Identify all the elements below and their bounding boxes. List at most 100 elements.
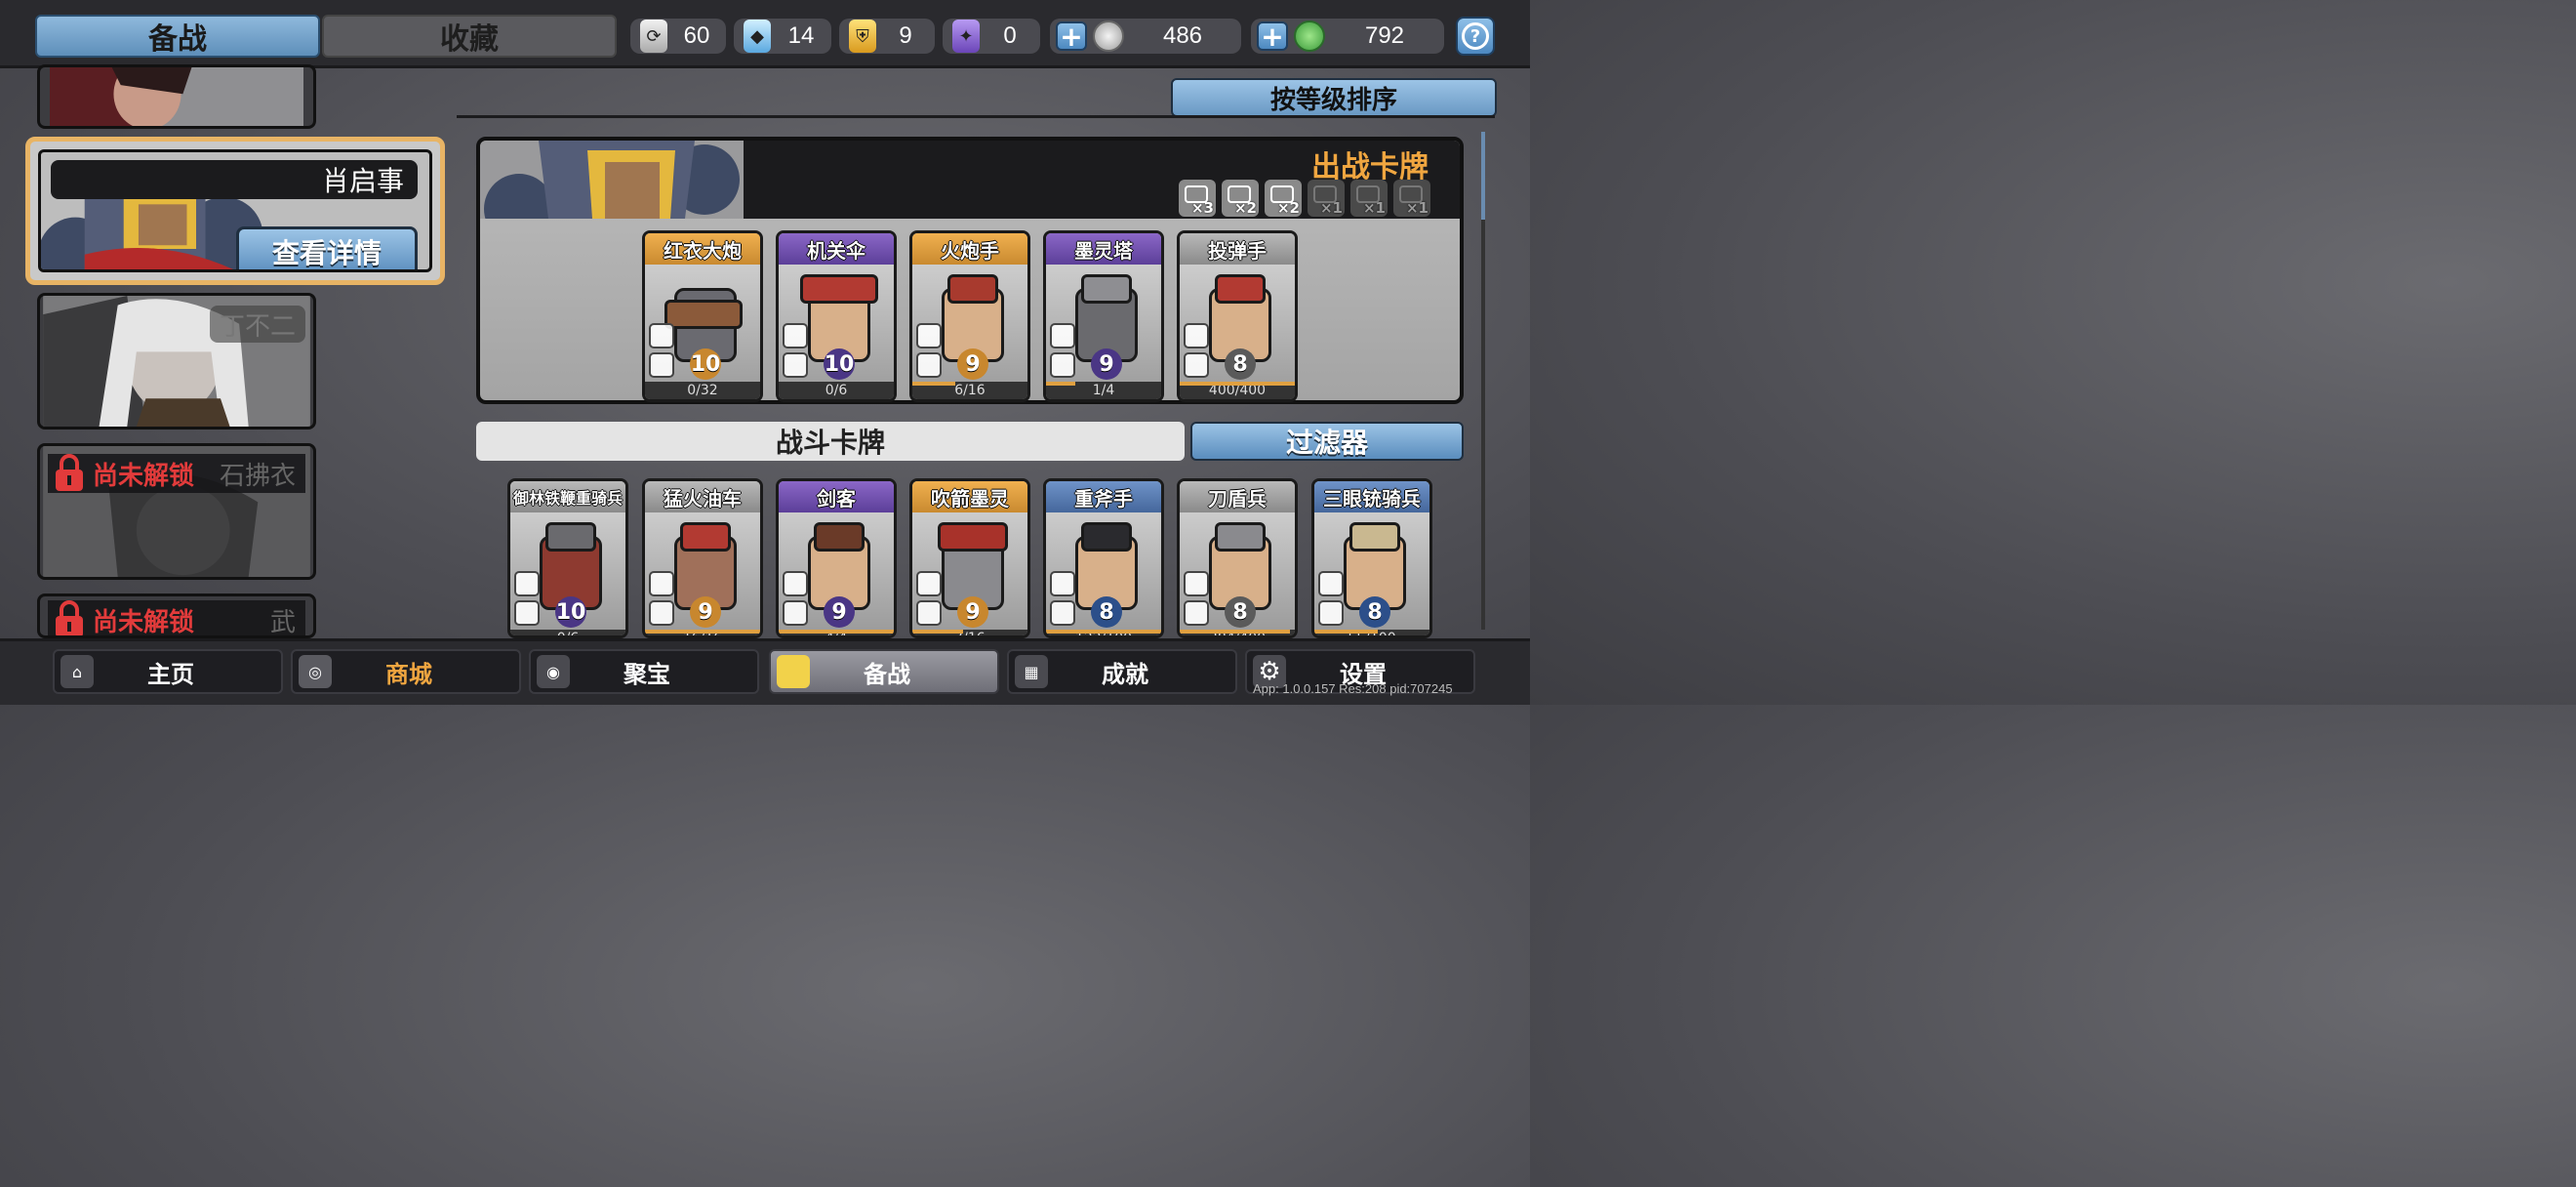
tab-prepare[interactable]: 备战 (35, 15, 320, 58)
resource-silver-coin: + 486 (1050, 19, 1241, 54)
hero-banner-portrait (480, 141, 744, 219)
progress-fill (1046, 382, 1075, 386)
card-dart-ink-spirit[interactable]: 吹箭墨灵 9 7/16 (909, 478, 1030, 638)
resource-value: 792 (1364, 22, 1405, 49)
nav-achievements[interactable]: ▦ 成就 (1007, 649, 1237, 694)
unit-hat (947, 274, 998, 304)
progress-text: 1/4 (1092, 383, 1115, 398)
cart-top (680, 522, 731, 552)
helmet-icon[interactable]: ×2 (1265, 180, 1302, 217)
home-pagoda-icon: ⌂ (60, 655, 94, 688)
hero-card-ding[interactable]: 丁不二 (37, 293, 316, 430)
sort-by-level-button[interactable]: 按等级排序 (1171, 78, 1497, 117)
battle-cards-title: 战斗卡牌 (476, 422, 1185, 461)
card-three-eye-gun-cavalry[interactable]: 三眼铳骑兵 8 55/100 (1311, 478, 1432, 638)
progress-fill (912, 382, 956, 386)
scrollbar-thumb[interactable] (1481, 132, 1485, 220)
hero-name: 丁不二 (209, 306, 305, 343)
progress-fill (1046, 630, 1161, 634)
warrior-icon[interactable]: ×1 (1350, 180, 1388, 217)
hero-name: 肖启事 (51, 160, 418, 199)
card-bomber[interactable]: 投弹手 8 400/400 (1177, 230, 1298, 402)
sun-icon[interactable]: ×1 (1308, 180, 1345, 217)
card-name: 墨灵塔 (1046, 233, 1161, 265)
arrows-icon (916, 571, 942, 596)
wall-icon (649, 323, 674, 348)
question-mark-icon: ? (1462, 22, 1489, 50)
help-button[interactable]: ? (1456, 17, 1495, 56)
hero-card-locked[interactable]: 尚未解锁 武 (37, 594, 316, 638)
filter-button[interactable]: 过滤器 (1190, 422, 1464, 461)
locked-status: 尚未解锁 (93, 461, 195, 491)
shield-icon (1184, 600, 1209, 626)
divider (457, 115, 1495, 118)
wall-icon[interactable]: ×2 (1222, 180, 1259, 217)
card-name: 投弹手 (1180, 233, 1295, 265)
card-progress: 7/16 (912, 630, 1027, 635)
nav-label: 备战 (864, 660, 910, 688)
nav-home[interactable]: ⌂ 主页 (53, 649, 283, 694)
swords-icon[interactable]: ×1 (1393, 180, 1430, 217)
card-gunner[interactable]: 火炮手 9 6/16 (909, 230, 1030, 402)
unit-hair (814, 522, 865, 552)
silver-coin-icon (1093, 20, 1124, 52)
tab-collection[interactable]: 收藏 (322, 15, 617, 58)
nav-treasure[interactable]: ◉ 聚宝 (529, 649, 759, 694)
resource-value: 60 (683, 22, 710, 49)
card-progress: 1/4 (1046, 382, 1161, 399)
card-level: 9 (690, 596, 721, 628)
card-art: 8 (1046, 512, 1161, 630)
add-silver-coin-button[interactable]: + (1056, 20, 1087, 53)
locked-banner: 尚未解锁 武 (48, 600, 305, 635)
card-name: 红衣大炮 (645, 233, 760, 265)
progress-text: 0/32 (687, 383, 718, 398)
shop-coins-icon: ◎ (299, 655, 332, 688)
progress-fill (779, 630, 894, 634)
card-name: 剑客 (779, 481, 894, 512)
progress-text: 0/6 (825, 383, 848, 398)
scrollbar[interactable] (1481, 132, 1485, 630)
card-ink-tower[interactable]: 墨灵塔 9 1/4 (1043, 230, 1164, 402)
nav-label: 成就 (1102, 660, 1148, 688)
card-name: 机关伞 (779, 233, 894, 265)
unit-hat (938, 522, 1008, 552)
hero-card-locked[interactable]: 尚未解锁 石拂衣 (37, 443, 316, 580)
warrior-icon (916, 600, 942, 626)
nav-prepare[interactable]: 备战 (769, 649, 999, 694)
card-art: 9 (1046, 265, 1161, 382)
card-mech-umbrella[interactable]: 机关伞 10 0/6 (776, 230, 897, 402)
sword-icon (1050, 571, 1075, 596)
shield-icon (514, 600, 540, 626)
nav-label: 主页 (147, 660, 194, 688)
add-jade-coin-button[interactable]: + (1257, 20, 1288, 53)
wing-icon (1318, 600, 1344, 626)
warrior-icon (1050, 352, 1075, 378)
card-level: 8 (1091, 596, 1122, 628)
nav-shop[interactable]: ◎ 商城 (291, 649, 521, 694)
gear-icon (649, 571, 674, 596)
card-art: 9 (912, 512, 1027, 630)
view-details-button[interactable]: 查看详情 (236, 226, 418, 269)
card-progress: 16/16 (645, 630, 760, 635)
hero-card-partial[interactable] (37, 64, 316, 129)
resource-gold-shield: ⛨ 9 (839, 19, 935, 54)
hero-card-selected[interactable]: 肖启事 查看详情 (25, 137, 445, 285)
card-swordsman[interactable]: 剑客 9 4/4 (776, 478, 897, 638)
card-red-cannon[interactable]: 红衣大炮 10 0/32 (642, 230, 763, 402)
card-progress: 4/4 (779, 630, 894, 635)
wall-icon (1050, 323, 1075, 348)
progress-fill (1314, 630, 1378, 634)
card-axeman[interactable]: 重斧手 8 122/100 (1043, 478, 1164, 638)
card-fire-oil-cart[interactable]: 猛火油车 9 16/16 (642, 478, 763, 638)
resource-value: 14 (787, 22, 815, 49)
card-heavy-cavalry[interactable]: 御林铁鞭重骑兵 10 0/6 (507, 478, 628, 638)
sword-icon (1184, 571, 1209, 596)
resource-blue-crystal: ◆ 14 (734, 19, 831, 54)
card-level: 9 (957, 596, 988, 628)
hero-name: 石拂衣 (219, 461, 296, 491)
card-art: 10 (779, 265, 894, 382)
card-shield-soldier[interactable]: 刀盾兵 8 384/400 (1177, 478, 1298, 638)
card-name: 御林铁鞭重骑兵 (510, 481, 625, 512)
card-level: 10 (824, 348, 855, 380)
arrows-icon[interactable]: ×3 (1179, 180, 1216, 217)
